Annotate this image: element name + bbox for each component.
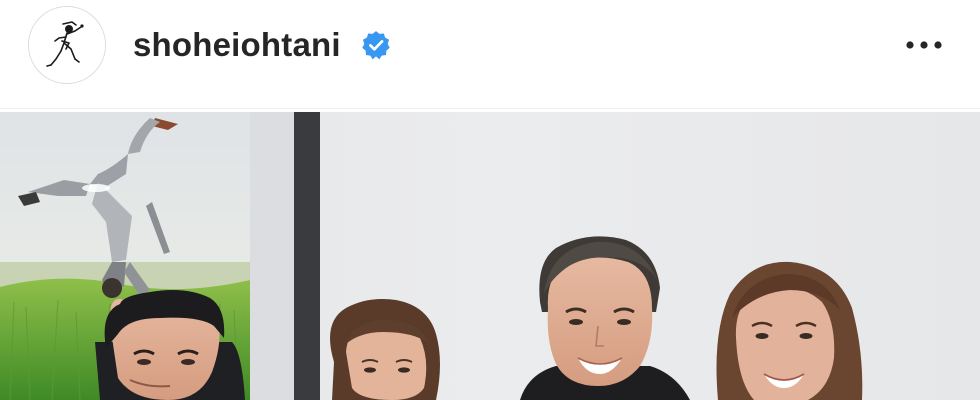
more-options-icon[interactable] (896, 28, 952, 62)
pitcher-sketch-icon (29, 7, 105, 83)
group-photo-illustration (0, 112, 980, 400)
profile-avatar[interactable] (28, 6, 106, 84)
username[interactable]: shoheiohtani (133, 26, 341, 64)
instagram-post: shoheiohtani (0, 0, 980, 400)
header-divider (0, 108, 980, 109)
person-2 (330, 299, 440, 400)
verified-badge-icon (362, 31, 390, 60)
post-photo[interactable] (0, 112, 980, 400)
post-header: shoheiohtani (0, 0, 980, 90)
